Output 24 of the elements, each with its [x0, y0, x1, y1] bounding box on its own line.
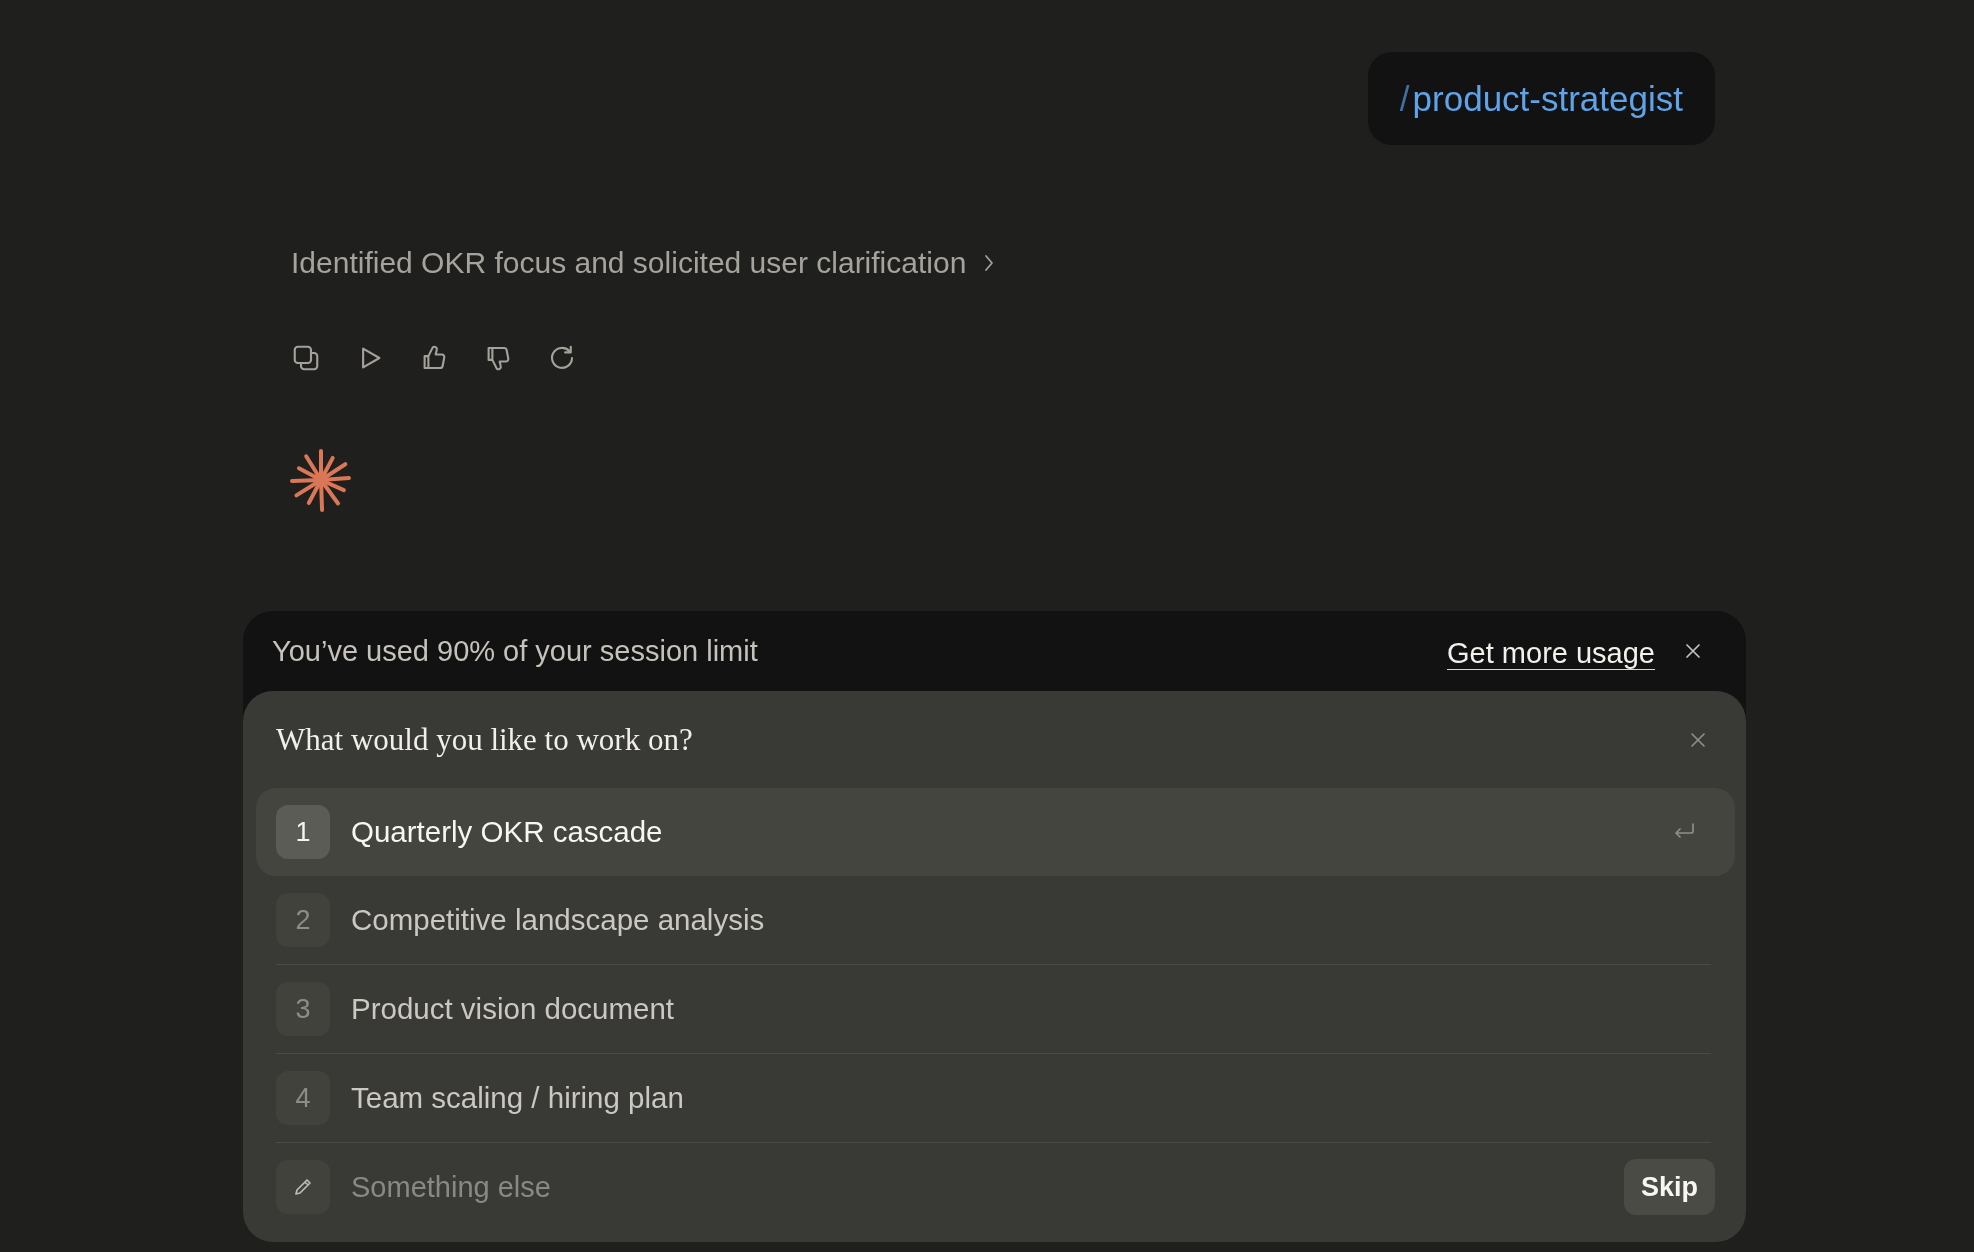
option-row[interactable]: 3 Product vision document	[256, 965, 1735, 1053]
usage-warning-text: You’ve used 90% of your session limit	[272, 634, 759, 668]
something-else-input[interactable]: Something else	[351, 1166, 1603, 1208]
option-row[interactable]: 4 Team scaling / hiring plan	[256, 1054, 1735, 1142]
get-more-usage-link[interactable]: Get more usage	[1447, 636, 1655, 670]
option-row[interactable]: 2 Competitive landscape analysis	[256, 876, 1735, 964]
pencil-icon	[276, 1160, 330, 1214]
spark-icon	[289, 448, 353, 512]
question-title: What would you like to work on?	[276, 721, 694, 758]
chevron-right-icon	[984, 254, 995, 272]
thinking-summary[interactable]: Identified OKR focus and solicited user clarification	[291, 243, 995, 283]
option-number: 3	[276, 982, 330, 1036]
skip-button[interactable]: Skip	[1623, 1159, 1715, 1215]
option-number: 2	[276, 893, 330, 947]
option-label: Team scaling / hiring plan	[351, 1081, 684, 1115]
option-label: Quarterly OKR cascade	[351, 815, 663, 849]
copy-icon[interactable]	[291, 343, 321, 373]
option-label: Product vision document	[351, 992, 675, 1026]
option-row[interactable]: 1 Quarterly OKR cascade	[256, 788, 1735, 876]
command-text: /product-strategist	[1399, 77, 1683, 120]
option-number: 1	[276, 805, 330, 859]
close-icon[interactable]	[1685, 643, 1701, 659]
option-label: Competitive landscape analysis	[351, 903, 765, 937]
option-number: 4	[276, 1071, 330, 1125]
